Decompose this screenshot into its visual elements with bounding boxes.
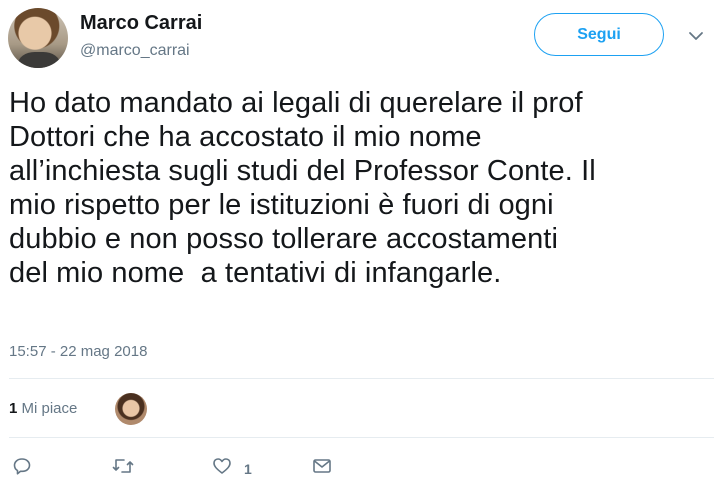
chevron-down-icon[interactable] xyxy=(688,28,704,44)
reply-icon xyxy=(12,456,32,481)
likes-summary[interactable]: 1 Mi piace xyxy=(9,400,77,417)
author-handle[interactable]: @marco_carrai xyxy=(80,42,190,60)
envelope-icon xyxy=(312,456,332,481)
direct-message-button[interactable] xyxy=(312,456,332,481)
author-name[interactable]: Marco Carrai xyxy=(80,12,202,35)
heart-icon xyxy=(212,456,232,481)
like-button[interactable]: 1 xyxy=(212,456,252,481)
tweet-timestamp[interactable]: 15:57 - 22 mag 2018 xyxy=(9,343,147,360)
retweet-button[interactable] xyxy=(112,456,134,481)
divider xyxy=(9,378,714,379)
like-count: 1 xyxy=(244,460,252,477)
tweet-text: Ho dato mandato ai legali di querelare i… xyxy=(9,87,596,289)
liker-avatar[interactable] xyxy=(115,393,147,425)
author-avatar[interactable] xyxy=(8,8,68,68)
reply-button[interactable] xyxy=(12,456,32,481)
divider xyxy=(9,437,714,438)
retweet-icon xyxy=(112,456,134,481)
follow-button[interactable]: Segui xyxy=(534,13,664,56)
likes-label: Mi piace xyxy=(17,400,78,417)
